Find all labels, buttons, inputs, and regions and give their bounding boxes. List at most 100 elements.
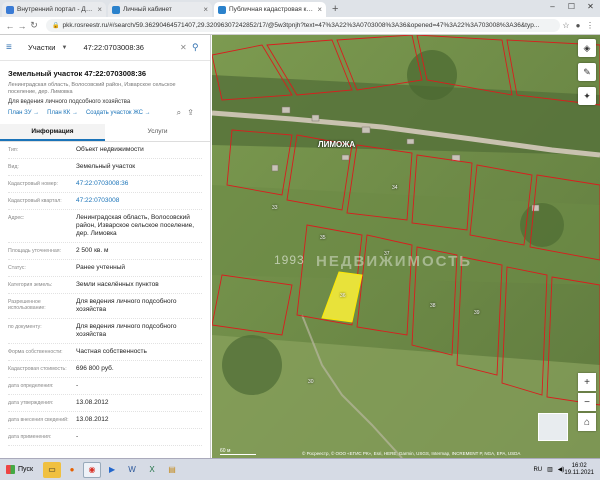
properties-list: Тип: Объект недвижимости Вид: Земельный уча… [0,142,210,446]
parcel-number-label[interactable]: 39 [474,310,480,316]
media-icon[interactable]: ▶ [103,462,121,478]
close-icon[interactable]: × [203,5,208,14]
volume-icon[interactable]: ◀) [558,466,565,473]
plan-zu-link[interactable]: План ЗУ → [8,110,39,116]
excel-icon[interactable]: X [143,462,161,478]
chrome-icon[interactable]: ◉ [83,461,102,478]
property-key: Тип: [8,147,19,153]
property-row: дата внесения сведений: 13.08.2012 [8,412,202,429]
network-icon[interactable]: ▥ [547,466,553,473]
property-value: Ранее учтенный [76,264,125,271]
property-value: - [76,382,79,389]
object-actions: План ЗУ → План КК → Создать участок ЖС →… [8,108,202,118]
parcel-number-label[interactable]: 33 [272,205,278,211]
plan-kk-link[interactable]: План КК → [47,110,78,116]
window-controls: – ☐ ✕ [543,0,600,13]
browser-tab-cabinet[interactable]: Личный кабинет × [108,2,212,17]
profile-icon[interactable]: ● [572,21,584,30]
chevron-down-icon[interactable]: ▼ [62,45,68,51]
layers-icon[interactable]: ◈ [578,39,596,57]
language-indicator[interactable]: RU [533,467,542,473]
ruler-icon[interactable]: ✎ [578,63,596,81]
search-input[interactable]: 47:22:0703008:36 [83,43,180,52]
property-value: - [76,433,79,440]
new-tab-button[interactable]: + [328,3,342,17]
browser-tab-portal[interactable]: Внутренний портал - Домашн × [2,2,106,17]
firefox-icon[interactable]: ● [63,462,81,478]
maximize-icon[interactable]: ☐ [562,0,581,13]
overview-minimap[interactable] [538,413,568,441]
map-attribution: © Росреестр, © ООО «ЕГИС РК», Esri, HERE… [302,451,521,456]
property-key: Вид: [8,164,19,170]
parcel-number-label[interactable]: 37 [384,251,390,257]
explorer-icon[interactable]: ▭ [43,461,62,478]
parcel-number-label[interactable]: 36 [340,293,346,299]
property-value: Земельный участок [76,163,136,170]
browser-tab-map[interactable]: Публичная кадастровая карта × [214,2,326,17]
tab-information[interactable]: Информация [0,124,105,141]
property-value: 13.08.2012 [76,399,109,406]
menu-dots-icon[interactable]: ⋮ [584,21,596,30]
url-field[interactable]: 🔒 pkk.rosreestr.ru/#/search/59.362904645… [46,19,560,32]
reload-icon[interactable]: ↻ [28,20,40,31]
property-key: Площадь уточненная: [8,248,62,254]
info-tabs: Информация Услуги [0,124,210,142]
location-icon[interactable]: ✦ [578,87,596,105]
zoom-in-button[interactable]: + [578,373,596,391]
star-icon[interactable]: ☆ [560,21,572,30]
clock[interactable]: 16:02 19.11.2021 [564,463,594,477]
folder-icon[interactable]: ▤ [163,462,181,478]
search-category-select[interactable]: Участки [28,43,56,52]
lock-icon: 🔒 [52,23,60,29]
property-key: дата определения: [8,383,54,389]
close-window-icon[interactable]: ✕ [581,0,600,13]
property-row: Категория земель: Земли населённых пункто… [8,277,202,294]
taskbar-apps: ▭ ● ◉ ▶ W X ▤ [43,461,183,478]
start-button[interactable]: Пуск [0,461,39,479]
property-row: Тип: Объект недвижимости [8,142,202,159]
property-key: Кадастровый номер: [8,181,58,187]
zoom-out-button[interactable]: − [578,393,596,411]
object-tools: ⌕ ⇪ [173,108,194,118]
object-address: Ленинградская область, Волосовский район… [8,82,176,95]
parcel-number-label[interactable]: 30 [308,379,314,385]
tab-title: Публичная кадастровая карта [229,6,316,13]
close-icon[interactable]: × [317,5,322,14]
home-icon[interactable]: ⌂ [578,413,596,431]
cadastral-map[interactable]: ЛИМОЖА 1993 НЕДВИЖИМОСТЬ 36 35 37 38 39 33 34 3… [212,35,600,458]
property-value[interactable]: 47:22:0703008:36 [76,180,202,188]
property-row: Вид: Земельный участок [8,159,202,176]
property-value[interactable]: 47:22:0703008 [76,197,202,205]
search-icon[interactable]: ⚲ [192,42,204,53]
hamburger-menu-icon[interactable]: ≡ [6,42,20,53]
clock-date: 19.11.2021 [564,469,594,476]
property-row: дата определения: - [8,378,202,395]
parcel-number-label[interactable]: 35 [320,235,326,241]
parcel-number-label[interactable]: 34 [392,185,398,191]
zoom-to-object-icon[interactable]: ⌕ [177,108,181,117]
parcel-number-label[interactable]: 38 [430,303,436,309]
tab-title: Личный кабинет [123,6,172,13]
rosreestr-favicon-icon [218,5,226,14]
clear-search-icon[interactable]: ✕ [180,43,192,52]
property-value: Для ведения личного подсобного хозяйства [76,323,177,338]
property-value: Частная собственность [76,348,147,355]
close-icon[interactable]: × [97,5,102,14]
tab-services[interactable]: Услуги [105,124,210,141]
windows-logo-icon [6,465,15,474]
property-key: дата внесения сведений: [8,417,69,423]
create-parcel-link[interactable]: Создать участок ЖС → [86,110,151,116]
property-key: дата применения: [8,434,52,440]
object-title: Земельный участок 47:22:0703008:36 [8,69,147,78]
property-value: Для ведения личного подсобного хозяйства [76,298,177,313]
minimize-icon[interactable]: – [543,0,562,13]
property-value: 696 800 руб. [76,365,114,372]
property-row: Кадастровая стоимость: 696 800 руб. [8,361,202,378]
share-icon[interactable]: ⇪ [187,108,194,117]
back-icon[interactable]: ← [4,21,16,31]
object-header: Земельный участок 47:22:0703008:36 Ленин… [0,61,210,118]
zoom-controls: + − ⌂ [578,373,596,433]
property-value: 13.08.2012 [76,416,109,423]
word-icon[interactable]: W [123,462,141,478]
forward-icon[interactable]: → [16,21,28,31]
